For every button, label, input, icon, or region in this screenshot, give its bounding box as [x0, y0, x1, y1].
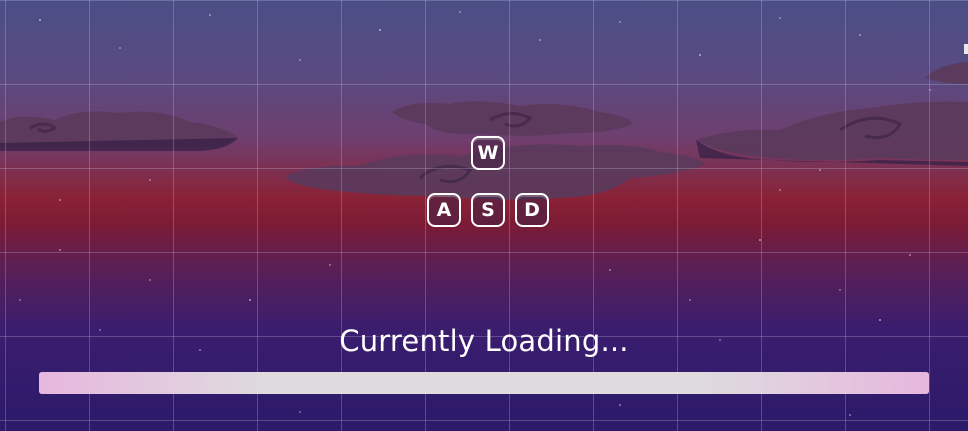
loading-progress-bar	[39, 372, 929, 394]
key-d: D	[515, 193, 549, 227]
loading-label: Currently Loading...	[339, 324, 629, 358]
key-a: A	[427, 193, 461, 227]
key-w: W	[471, 136, 505, 170]
cloud-top-right	[925, 62, 968, 84]
loading-progress-fill	[39, 372, 929, 394]
key-s: S	[471, 193, 505, 227]
game-background: W A S D Currently Loading...	[0, 0, 968, 431]
cloud-right	[696, 101, 968, 160]
cloud-center-top	[392, 101, 632, 136]
edge-marker	[964, 44, 968, 54]
